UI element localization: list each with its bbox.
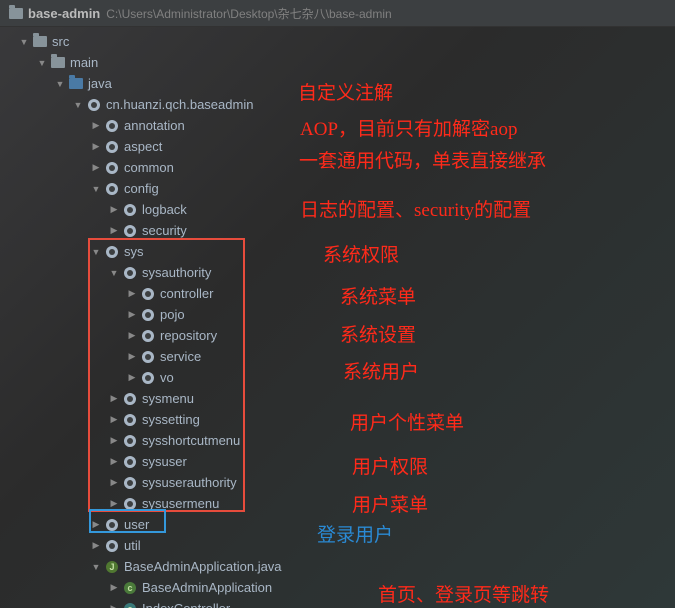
class-icon: c <box>122 601 138 608</box>
tree-node-appclass[interactable]: cBaseAdminApplication <box>0 577 675 598</box>
tree-node-pojo[interactable]: pojo <box>0 304 675 325</box>
project-title: base-admin <box>28 6 100 21</box>
tree-node-sysmenu[interactable]: sysmenu <box>0 388 675 409</box>
annotation-userauth: 用户权限 <box>352 452 428 479</box>
collapse-arrow-icon[interactable] <box>90 120 102 131</box>
tree-node-appfile[interactable]: JBaseAdminApplication.java <box>0 556 675 577</box>
package-icon <box>104 244 120 260</box>
annotation-aop: AOP，目前只有加解密aop <box>300 114 517 141</box>
package-icon <box>122 202 138 218</box>
package-icon <box>104 181 120 197</box>
package-icon <box>104 118 120 134</box>
project-header: base-admin C:\Users\Administrator\Deskto… <box>0 0 675 27</box>
package-icon <box>140 286 156 302</box>
package-icon <box>104 139 120 155</box>
project-icon <box>8 5 24 21</box>
tree-node-vo[interactable]: vo <box>0 367 675 388</box>
package-icon <box>122 265 138 281</box>
package-icon <box>104 517 120 533</box>
java-file-icon: J <box>104 559 120 575</box>
expand-arrow-icon[interactable] <box>90 247 102 257</box>
package-icon <box>122 433 138 449</box>
expand-arrow-icon[interactable] <box>72 100 84 110</box>
annotation-custom: 自定义注解 <box>298 78 393 105</box>
collapse-arrow-icon[interactable] <box>108 498 120 509</box>
collapse-arrow-icon[interactable] <box>108 225 120 236</box>
package-icon <box>122 454 138 470</box>
annotation-common: 一套通用代码，单表直接继承 <box>299 146 546 173</box>
expand-arrow-icon[interactable] <box>90 562 102 572</box>
package-icon <box>122 223 138 239</box>
tree-node-main[interactable]: main <box>0 52 675 73</box>
package-icon <box>140 349 156 365</box>
project-path: C:\Users\Administrator\Desktop\杂七杂八\base… <box>106 5 391 22</box>
class-icon: c <box>122 580 138 596</box>
package-icon <box>140 370 156 386</box>
collapse-arrow-icon[interactable] <box>108 603 120 608</box>
package-icon <box>122 391 138 407</box>
collapse-arrow-icon[interactable] <box>126 372 138 383</box>
collapse-arrow-icon[interactable] <box>90 540 102 551</box>
expand-arrow-icon[interactable] <box>36 58 48 68</box>
package-icon <box>140 328 156 344</box>
annotation-config: 日志的配置、security的配置 <box>300 195 531 222</box>
package-icon <box>122 496 138 512</box>
package-icon <box>104 538 120 554</box>
collapse-arrow-icon[interactable] <box>126 330 138 341</box>
tree-node-service[interactable]: service <box>0 346 675 367</box>
tree-node-indexctrl[interactable]: cIndexController <box>0 598 675 608</box>
package-icon <box>104 160 120 176</box>
collapse-arrow-icon[interactable] <box>108 435 120 446</box>
collapse-arrow-icon[interactable] <box>108 582 120 593</box>
expand-arrow-icon[interactable] <box>108 268 120 278</box>
package-icon <box>86 97 102 113</box>
expand-arrow-icon[interactable] <box>90 184 102 194</box>
tree-node-syssetting[interactable]: syssetting <box>0 409 675 430</box>
annotation-sysmenu: 系统菜单 <box>340 282 416 309</box>
annotation-syssetting: 系统设置 <box>340 320 416 347</box>
package-icon <box>122 475 138 491</box>
annotation-sysauth: 系统权限 <box>323 240 399 267</box>
tree-node-repository[interactable]: repository <box>0 325 675 346</box>
folder-open-icon <box>68 76 84 92</box>
tree-node-sysshortcutmenu[interactable]: sysshortcutmenu <box>0 430 675 451</box>
annotation-loginuser: 登录用户 <box>317 520 393 547</box>
tree-node-controller[interactable]: controller <box>0 283 675 304</box>
collapse-arrow-icon[interactable] <box>108 477 120 488</box>
collapse-arrow-icon[interactable] <box>90 519 102 530</box>
collapse-arrow-icon[interactable] <box>108 456 120 467</box>
annotation-usermenu: 用户菜单 <box>352 490 428 517</box>
collapse-arrow-icon[interactable] <box>126 309 138 320</box>
folder-icon <box>32 34 48 50</box>
package-icon <box>140 307 156 323</box>
folder-icon <box>50 55 66 71</box>
tree-node-sysuser[interactable]: sysuser <box>0 451 675 472</box>
package-icon <box>122 412 138 428</box>
tree-node-sysusermenu[interactable]: sysusermenu <box>0 493 675 514</box>
tree-node-sysuserauthority[interactable]: sysuserauthority <box>0 472 675 493</box>
collapse-arrow-icon[interactable] <box>90 162 102 173</box>
collapse-arrow-icon[interactable] <box>108 393 120 404</box>
tree-node-src[interactable]: src <box>0 31 675 52</box>
expand-arrow-icon[interactable] <box>18 37 30 47</box>
collapse-arrow-icon[interactable] <box>90 141 102 152</box>
collapse-arrow-icon[interactable] <box>108 414 120 425</box>
annotation-sysuser: 系统用户 <box>343 357 419 384</box>
tree-node-security[interactable]: security <box>0 220 675 241</box>
annotation-index: 首页、登录页等跳转 <box>378 580 549 607</box>
collapse-arrow-icon[interactable] <box>108 204 120 215</box>
collapse-arrow-icon[interactable] <box>126 351 138 362</box>
collapse-arrow-icon[interactable] <box>126 288 138 299</box>
annotation-shortcut: 用户个性菜单 <box>350 408 464 435</box>
expand-arrow-icon[interactable] <box>54 79 66 89</box>
